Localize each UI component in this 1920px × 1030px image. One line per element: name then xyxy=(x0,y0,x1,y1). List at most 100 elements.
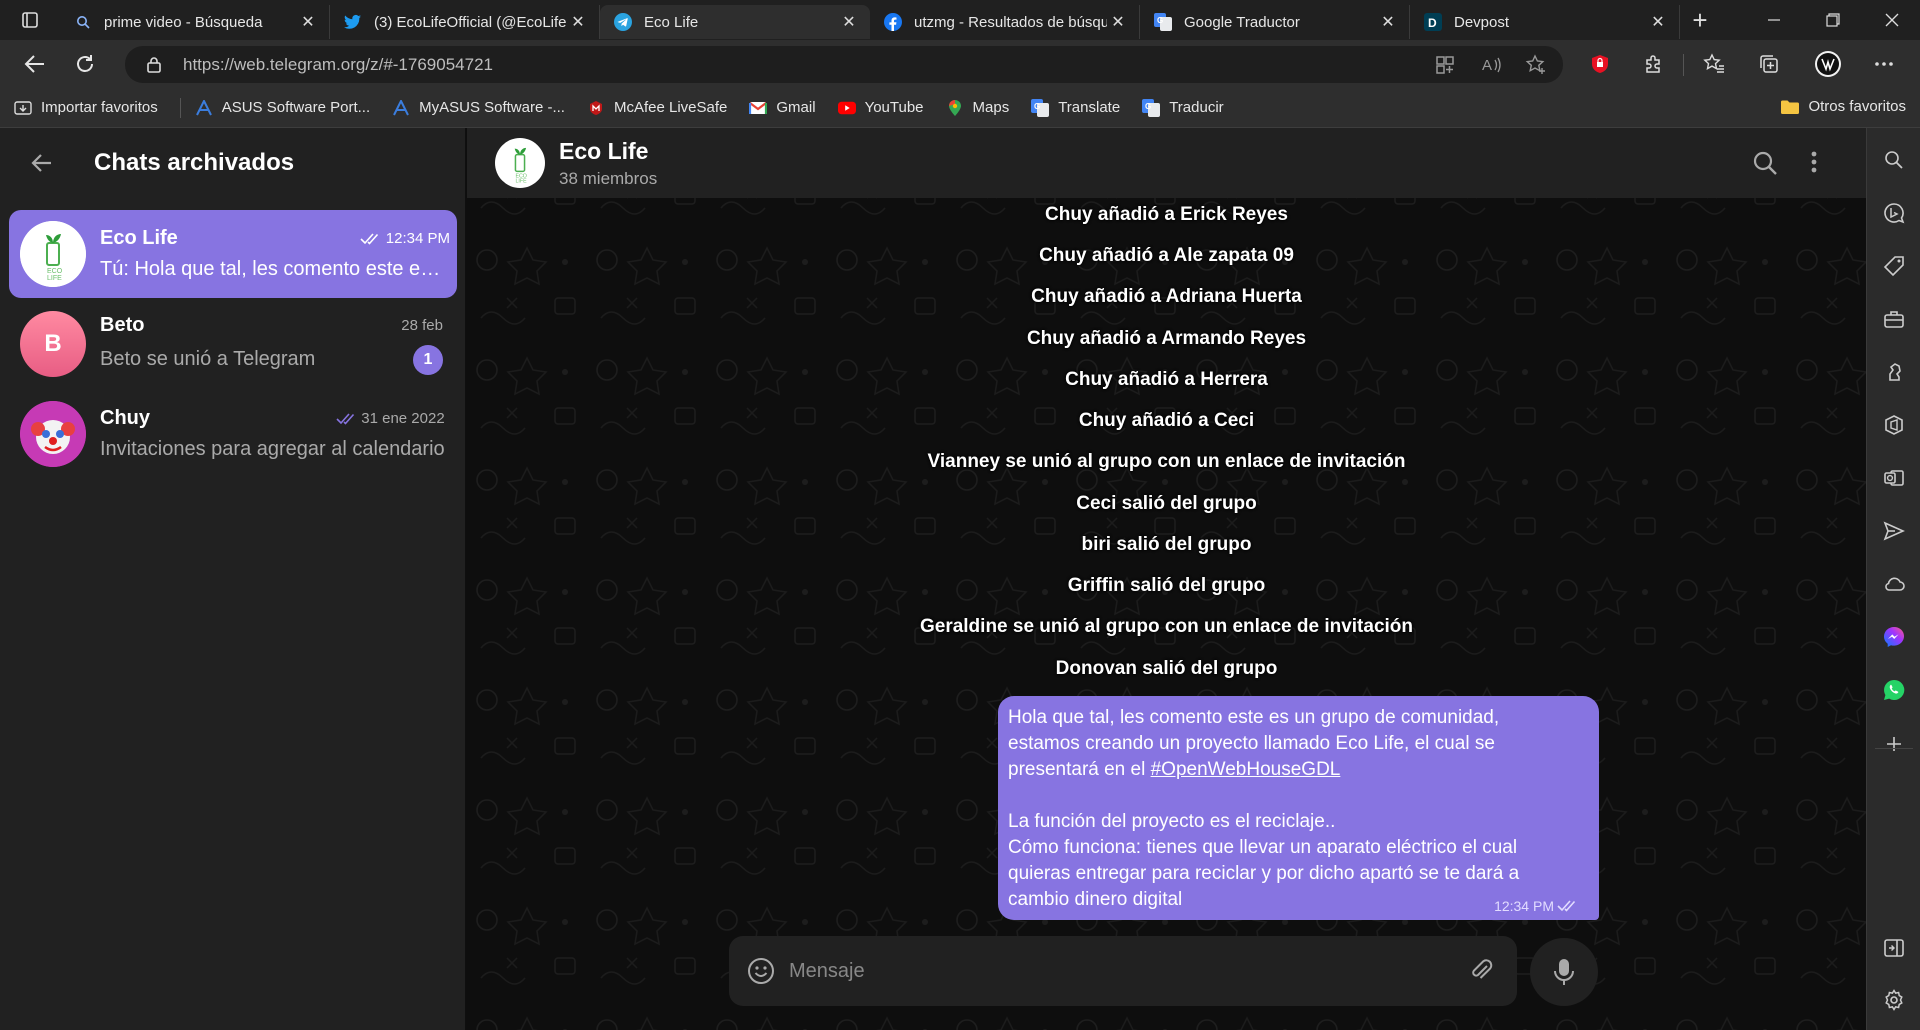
sidebar-tools-button[interactable] xyxy=(1880,305,1908,333)
close-window-button[interactable] xyxy=(1864,0,1920,40)
bookmark-label: Importar favoritos xyxy=(41,99,158,116)
sidebar-settings-button[interactable] xyxy=(1880,986,1908,1014)
bookmark-asus-portal[interactable]: ASUS Software Port... xyxy=(195,99,370,117)
message-line: Hola que tal, les comento este es un gru… xyxy=(1008,707,1500,728)
sidebar-search-button[interactable] xyxy=(1880,146,1908,174)
chat-header[interactable]: ECO LIFE Eco Life 38 miembros xyxy=(467,128,1866,198)
telegram-web-page: Chats archivados ECO LIFE Eco Life 12:34 … xyxy=(0,128,1866,1030)
close-icon[interactable]: ✕ xyxy=(297,12,319,32)
sidebar-send-button[interactable] xyxy=(1880,517,1908,545)
translate-icon: G xyxy=(1031,98,1050,117)
close-icon[interactable]: ✕ xyxy=(1377,12,1399,32)
puzzle-icon xyxy=(1646,55,1660,73)
sidebar-add-button[interactable] xyxy=(1880,730,1908,758)
minimize-button[interactable] xyxy=(1746,0,1802,40)
close-icon[interactable]: ✕ xyxy=(838,12,860,32)
sidebar-hide-button[interactable] xyxy=(1880,934,1908,962)
service-message: Chuy añadió a Erick Reyes xyxy=(1045,204,1288,225)
chat-search-button[interactable] xyxy=(1752,150,1780,178)
tab-title: (3) EcoLifeOfficial (@EcoLifeOfficial) xyxy=(374,13,567,31)
extensions-button[interactable] xyxy=(1640,50,1668,78)
settings-more-button[interactable] xyxy=(1870,50,1898,78)
outgoing-message-bubble[interactable]: Hola que tal, les comento este es un gru… xyxy=(998,696,1599,920)
youtube-icon xyxy=(837,99,856,117)
close-icon[interactable]: ✕ xyxy=(1107,12,1129,32)
service-message: Chuy añadió a Ale zapata 09 xyxy=(1039,245,1294,266)
sidebar-games-button[interactable] xyxy=(1880,358,1908,386)
svg-text:G: G xyxy=(1034,102,1040,111)
asus-icon xyxy=(195,99,213,117)
address-bar[interactable]: https://web.telegram.org/z/#-1769054721 … xyxy=(125,46,1563,83)
tab-actions-button[interactable] xyxy=(0,0,60,40)
folder-icon xyxy=(1781,100,1800,114)
chat-item-eco-life[interactable]: ECO LIFE Eco Life 12:34 PM Tú: Hola que t… xyxy=(9,210,457,298)
tab-title: Eco Life xyxy=(644,13,699,31)
avatar[interactable]: ECO LIFE xyxy=(495,138,545,188)
bookmark-traducir[interactable]: G Traducir xyxy=(1142,98,1224,117)
tab-title: Devpost xyxy=(1454,13,1510,31)
favorites-button[interactable] xyxy=(1700,50,1728,78)
archive-back-button[interactable] xyxy=(20,141,64,185)
tab-eco-life[interactable]: Eco Life ✕ xyxy=(600,5,870,39)
add-favorite-icon[interactable] xyxy=(1525,54,1547,76)
reload-button[interactable] xyxy=(60,44,110,84)
sidebar-shopping-button[interactable] xyxy=(1880,252,1908,280)
bookmark-myasus[interactable]: MyASUS Software -... xyxy=(392,99,565,117)
smiley-icon xyxy=(748,958,774,984)
svg-text:LIFE: LIFE xyxy=(515,179,527,185)
emoji-button[interactable] xyxy=(747,957,775,985)
tab-title: Google Traductor xyxy=(1184,13,1300,31)
url-text[interactable]: https://web.telegram.org/z/#-1769054721 xyxy=(183,55,493,75)
sidebar-messenger-button[interactable] xyxy=(1880,623,1908,651)
lock-icon[interactable] xyxy=(147,56,161,73)
sidebar-whatsapp-button[interactable] xyxy=(1880,676,1908,704)
hashtag-link[interactable]: #OpenWebHouseGDL xyxy=(1151,759,1341,780)
service-message: Chuy añadió a Herrera xyxy=(1065,369,1268,390)
sidebar-onedrive-button[interactable] xyxy=(1880,570,1908,598)
close-icon[interactable]: ✕ xyxy=(1647,12,1669,32)
bookmark-label: McAfee LiveSafe xyxy=(613,99,728,116)
new-tab-button[interactable]: + xyxy=(1680,0,1720,40)
bookmark-gmail[interactable]: Gmail xyxy=(749,99,816,117)
service-message: Vianney se unió al grupo con un enlace d… xyxy=(927,451,1406,472)
devpost-icon: D xyxy=(1424,13,1442,31)
bookmark-maps[interactable]: Maps xyxy=(946,99,1009,117)
bookmark-import[interactable]: Importar favoritos xyxy=(14,99,158,117)
chat-item-beto[interactable]: B Beto 28 feb Beto se unió a Telegram 1 xyxy=(9,300,457,388)
app-available-icon[interactable] xyxy=(1435,55,1455,75)
other-favorites-folder[interactable]: Otros favoritos xyxy=(1780,98,1906,115)
sidebar-bing-button[interactable] xyxy=(1880,199,1908,227)
bookmark-youtube[interactable]: YouTube xyxy=(837,99,924,117)
back-button[interactable] xyxy=(10,44,60,84)
tab-google-translate[interactable]: G Google Traductor ✕ xyxy=(1140,5,1410,39)
message-input[interactable] xyxy=(789,959,1429,983)
chat-menu-button[interactable] xyxy=(1810,150,1824,178)
read-aloud-icon[interactable]: A xyxy=(1481,55,1503,75)
member-count: 38 miembros xyxy=(559,168,658,188)
messenger-icon xyxy=(1884,627,1904,647)
tab-devpost[interactable]: D Devpost ✕ xyxy=(1410,5,1680,39)
tab-prime-video[interactable]: prime video - Búsqueda ✕ xyxy=(60,5,330,39)
bookmark-label: MyASUS Software -... xyxy=(419,99,565,116)
sidebar-divider xyxy=(1875,748,1913,749)
asus-icon xyxy=(392,99,410,117)
profile-button[interactable] xyxy=(1814,50,1842,78)
message-line: La función del proyecto es el reciclaje.… xyxy=(1008,811,1336,832)
extension-shield-button[interactable] xyxy=(1586,50,1614,78)
voice-record-button[interactable] xyxy=(1530,938,1598,1006)
bookmark-mcafee[interactable]: McAfee LiveSafe xyxy=(587,99,727,117)
restore-icon xyxy=(1826,13,1840,27)
other-favorites-label: Otros favoritos xyxy=(1808,98,1906,115)
collections-button[interactable] xyxy=(1755,50,1783,78)
attach-button[interactable] xyxy=(1467,957,1495,985)
paperclip-icon xyxy=(1472,959,1493,979)
bookmark-translate[interactable]: G Translate xyxy=(1031,98,1120,117)
close-icon[interactable]: ✕ xyxy=(567,12,589,32)
chat-item-chuy[interactable]: Chuy 31 ene 2022 Invitaciones para agreg… xyxy=(9,390,457,478)
tab-utzmg[interactable]: utzmg - Resultados de búsqueda ✕ xyxy=(870,5,1140,39)
sidebar-outlook-button[interactable] xyxy=(1880,464,1908,492)
sidebar-office-button[interactable] xyxy=(1880,411,1908,439)
tab-ecolife-twitter[interactable]: (3) EcoLifeOfficial (@EcoLifeOfficial) ✕ xyxy=(330,5,600,39)
message-composer xyxy=(729,936,1517,1006)
restore-button[interactable] xyxy=(1805,0,1861,40)
